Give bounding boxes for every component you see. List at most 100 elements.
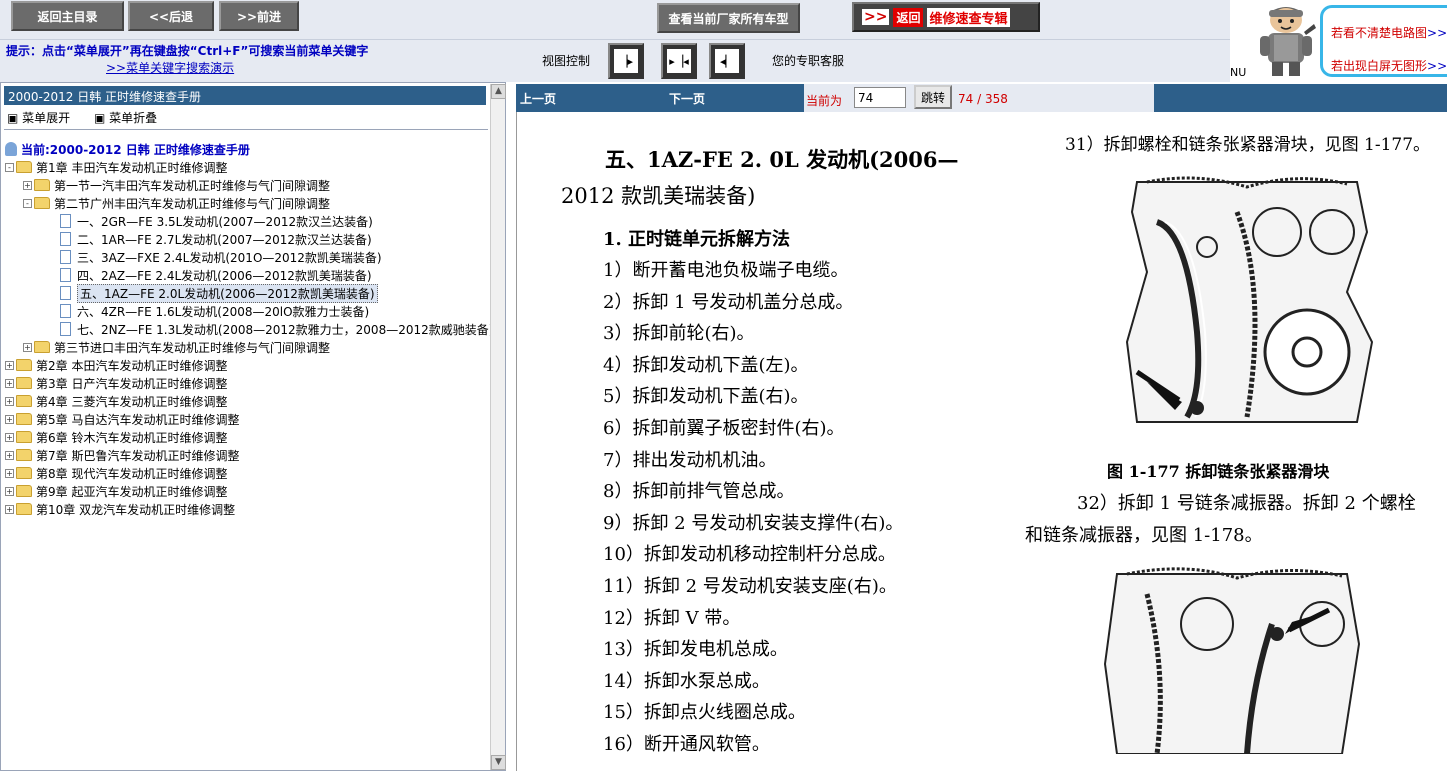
menu-collapse-button[interactable]: ▣ 菜单折叠 [94, 111, 167, 125]
tree-item-label: 第7章 斯巴鲁汽车发动机正时维修调整 [36, 448, 240, 463]
document-icon [60, 322, 71, 336]
collapse-icon[interactable]: - [5, 162, 14, 172]
tree-folder-item[interactable]: + 第6章 铃木汽车发动机正时维修调整 [5, 428, 227, 446]
all-models-button[interactable]: 查看当前厂家所有车型 [657, 3, 800, 33]
tree-document-item[interactable]: 七、2NZ—FE 1.3L发动机(2008—2012款雅力士，2008—2012… [47, 320, 493, 338]
document-icon [60, 286, 71, 300]
tree-item-label: 第4章 三菱汽车发动机正时维修调整 [36, 394, 228, 409]
procedure-step: 3）拆卸前轮(右)。 [603, 323, 755, 345]
tree-item-label: 二、1AR—FE 2.7L发动机(2007—2012款汉兰达装备) [77, 232, 372, 247]
manual-title-header: 2000-2012 日韩 正时维修速查手册 [4, 86, 486, 105]
ad-line-whitescreen[interactable]: 若出现白屏无图形>> [1331, 57, 1447, 74]
procedure-step: 4）拆卸发动机下盖(左)。 [603, 354, 809, 376]
folder-icon [16, 467, 32, 479]
forward-button[interactable]: >>前进 [219, 1, 299, 31]
tree-folder-item[interactable]: + 第9章 起亚汽车发动机正时维修调整 [5, 482, 227, 500]
jump-button[interactable]: 跳转 [914, 85, 952, 109]
expand-icon[interactable]: + [5, 450, 14, 460]
expand-icon[interactable]: + [5, 360, 14, 370]
expand-icon[interactable]: + [5, 378, 14, 388]
divider [4, 129, 488, 130]
tree-document-item[interactable]: 六、4ZR—FE 1.6L发动机(2008—20lO款雅力士装备) [47, 302, 369, 320]
tree-document-item[interactable]: 五、1AZ—FE 2.0L发动机(2006—2012款凯美瑞装备) [47, 283, 378, 303]
arrow-left-icon: ◂▏ [715, 49, 739, 73]
expand-icon[interactable]: + [5, 468, 14, 478]
step-31: 31）拆卸螺栓和链条张紧器滑块，见图 1-177。 [1065, 135, 1431, 155]
tree-item-label: 第9章 起亚汽车发动机正时维修调整 [36, 484, 228, 499]
view-right-pane-button[interactable]: ▕▸ [608, 43, 644, 79]
search-demo-link[interactable]: >>菜单关键字搜索演示 [106, 59, 234, 76]
tree-document-item[interactable]: 二、1AR—FE 2.7L发动机(2007—2012款汉兰达装备) [47, 230, 372, 248]
tree-folder-item[interactable]: - 第二节广州丰田汽车发动机正时维修与气门间隙调整 [23, 194, 330, 212]
expand-icon[interactable]: + [23, 342, 32, 352]
tree-folder-item[interactable]: + 第2章 本田汽车发动机正时维修调整 [5, 356, 227, 374]
tree-item-label: 第1章 丰田汽车发动机正时维修调整 [36, 160, 228, 175]
tree-folder-item[interactable]: + 第4章 三菱汽车发动机正时维修调整 [5, 392, 227, 410]
tree-folder-item[interactable]: - 第1章 丰田汽车发动机正时维修调整 [5, 158, 227, 176]
return-label: 返回 [893, 7, 924, 27]
nu-label: NU [1230, 66, 1247, 79]
folder-icon [16, 161, 32, 173]
tree-document-item[interactable]: 一、2GR—FE 3.5L发动机(2007—2012款汉兰达装备) [47, 212, 373, 230]
split-arrows-icon: ▸▕◂ [667, 49, 691, 73]
return-quick-reference-button[interactable]: >> 返回 维修速查专辑 [852, 2, 1040, 32]
prev-page-button[interactable]: 上一页 [520, 90, 556, 107]
expand-icon[interactable]: + [5, 486, 14, 496]
folder-icon [16, 449, 32, 461]
menu-expand-button[interactable]: ▣ 菜单展开 [7, 111, 80, 125]
section-title-line2: 2012 款凯美瑞装备) [561, 184, 756, 208]
tree-document-item[interactable]: 四、2AZ—FE 2.4L发动机(2006—2012款凯美瑞装备) [47, 266, 372, 284]
expand-icon[interactable]: + [5, 504, 14, 514]
tree-document-item[interactable]: 三、3AZ—FXE 2.4L发动机(201O—2012款凯美瑞装备) [47, 248, 382, 266]
expand-icon[interactable]: + [5, 432, 14, 442]
tree-folder-item[interactable]: + 第7章 斯巴鲁汽车发动机正时维修调整 [5, 446, 239, 464]
tree-folder-item[interactable]: + 第三节进口丰田汽车发动机正时维修与气门间隙调整 [23, 338, 330, 356]
scroll-down-icon[interactable]: ▼ [491, 755, 506, 770]
view-split-button[interactable]: ▸▕◂ [661, 43, 697, 79]
subsection-title: 1. 正时链单元拆解方法 [603, 229, 791, 250]
expand-icon[interactable]: + [23, 180, 32, 190]
tree-folder-item[interactable]: + 第一节一汽丰田汽车发动机正时维修与气门间隙调整 [23, 176, 330, 194]
folder-icon [34, 197, 50, 209]
ad-circuit-link[interactable]: >> [1427, 26, 1447, 40]
ad-whitescreen-link[interactable]: >> [1427, 59, 1447, 73]
folder-icon [34, 341, 50, 353]
tree-item-label: 第5章 马自达汽车发动机正时维修调整 [36, 412, 240, 427]
collapse-icon[interactable]: - [23, 198, 32, 208]
expand-icon[interactable]: + [5, 414, 14, 424]
tree-folder-item[interactable]: + 第10章 双龙汽车发动机正时维修调整 [5, 500, 235, 518]
vertical-scrollbar[interactable]: ▲ ▼ [490, 84, 506, 770]
expand-icon[interactable]: + [5, 396, 14, 406]
tree-item-label: 第10章 双龙汽车发动机正时维修调整 [36, 502, 236, 517]
home-button[interactable]: 返回主目录 [11, 1, 124, 31]
tree-folder-item[interactable]: + 第8章 现代汽车发动机正时维修调整 [5, 464, 227, 482]
tree-folder-item[interactable]: + 第5章 马自达汽车发动机正时维修调整 [5, 410, 239, 428]
ad-line-circuit[interactable]: 若看不清楚电路图>> [1331, 24, 1447, 41]
step-32-line2: 和链条减振器，见图 1-178。 [1025, 525, 1263, 546]
procedure-step: 14）拆卸水泵总成。 [603, 670, 770, 692]
document-page: 五、1AZ-FE 2. 0L 发动机(2006— 2012 款凯美瑞装备) 1.… [516, 112, 1447, 771]
procedure-step: 7）排出发动机机油。 [603, 449, 777, 471]
next-page-button[interactable]: 下一页 [669, 90, 705, 107]
page-count: 74 / 358 [958, 92, 1008, 106]
scroll-up-icon[interactable]: ▲ [491, 84, 506, 99]
pager-bar: 上一页 下一页 当前为 跳转 74 / 358 [516, 84, 1447, 112]
arrow-right-icon: ▕▸ [614, 49, 638, 73]
procedure-step: 5）拆卸发动机下盖(右)。 [603, 386, 809, 408]
procedure-step: 16）断开通风软管。 [603, 734, 770, 755]
tree-folder-item[interactable]: + 第3章 日产汽车发动机正时维修调整 [5, 374, 227, 392]
back-button[interactable]: <<后退 [128, 1, 214, 31]
tree-item-label: 第二节广州丰田汽车发动机正时维修与气门间隙调整 [54, 196, 331, 211]
procedure-step: 9）拆卸 2 号发动机安装支撑件(右)。 [603, 512, 904, 534]
procedure-step: 1）断开蓄电池负极端子电缆。 [603, 260, 849, 281]
view-left-pane-button[interactable]: ◂▏ [709, 43, 745, 79]
tree-item-label: 第一节一汽丰田汽车发动机正时维修与气门间隙调整 [54, 178, 331, 193]
tree-root[interactable]: 当前:2000-2012 日韩 正时维修速查手册 [5, 140, 250, 158]
top-toolbar: 返回主目录 <<后退 >>前进 查看当前厂家所有车型 >> 返回 维修速查专辑 [0, 0, 1230, 40]
tree-item-label: 第三节进口丰田汽车发动机正时维修与气门间隙调整 [54, 340, 331, 355]
page-number-input[interactable] [854, 87, 906, 108]
tree-item-label: 第3章 日产汽车发动机正时维修调整 [36, 376, 228, 391]
view-control-label: 视图控制 [542, 54, 591, 68]
procedure-step: 11）拆卸 2 号发动机安装支座(右)。 [603, 576, 897, 597]
menu-tools: ▣ 菜单展开 ▣ 菜单折叠 [7, 109, 177, 126]
